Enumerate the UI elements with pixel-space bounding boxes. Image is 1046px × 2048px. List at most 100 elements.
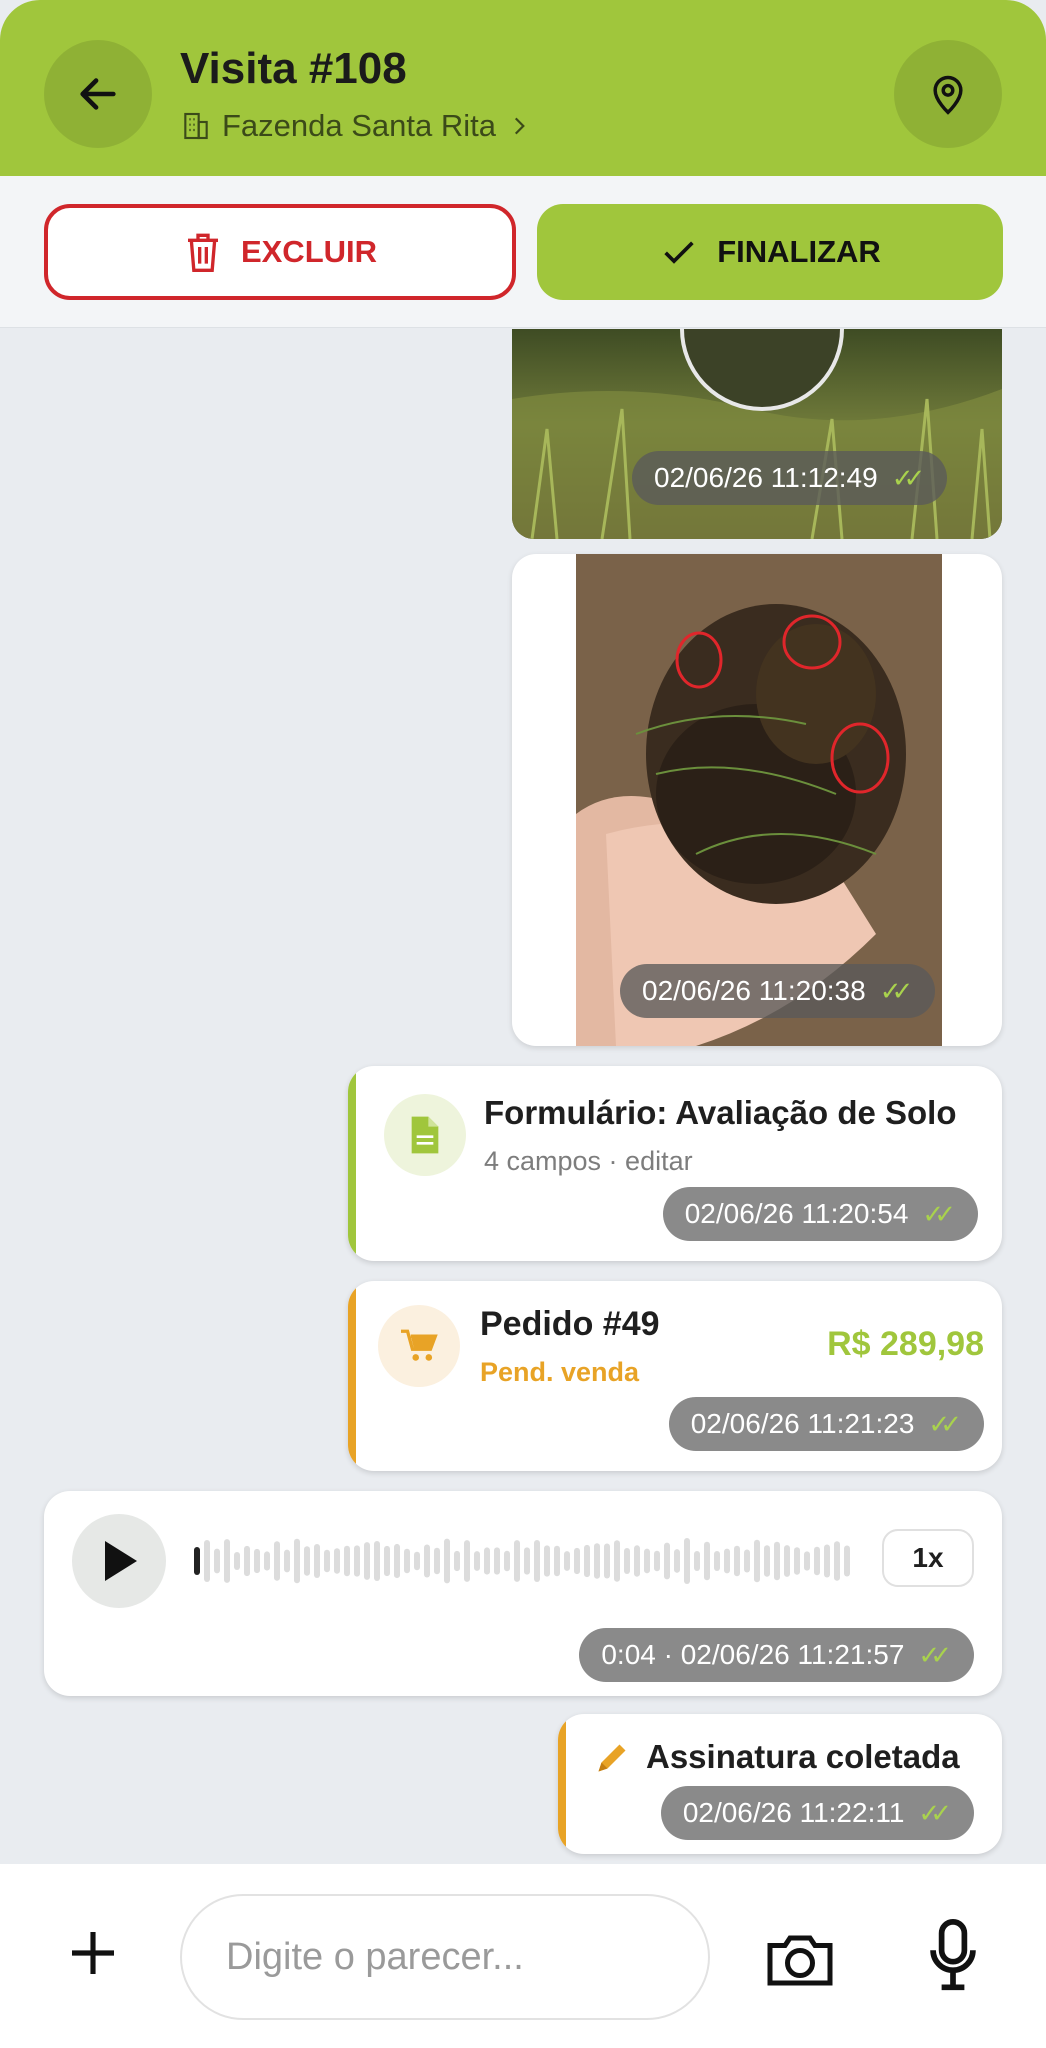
timestamp-text: 02/06/26 11:21:23 <box>690 1408 915 1439</box>
waveform-bar <box>714 1551 720 1571</box>
waveform-bar <box>804 1551 810 1571</box>
waveform-bar <box>344 1545 350 1577</box>
timestamp-badge: 02/06/26 11:22:11 ✓✓ <box>660 1786 974 1840</box>
waveform-bar <box>584 1544 590 1578</box>
microphone-button[interactable] <box>920 1914 986 1998</box>
order-message[interactable]: Pedido #49 Pend. venda R$ 289,98 02/06/2… <box>348 1281 1002 1471</box>
waveform-bar <box>444 1538 450 1584</box>
cart-icon-circle <box>378 1305 460 1387</box>
waveform-bar <box>474 1551 480 1571</box>
waveform-bar <box>234 1551 240 1571</box>
building-icon <box>184 112 208 140</box>
photo-message-2[interactable]: 02/06/26 11:20:38 ✓✓ <box>512 554 1002 1046</box>
waveform-bar <box>454 1550 460 1572</box>
audio-message: 1x 0:04 · 02/06/26 11:21:57 ✓✓ <box>44 1491 1002 1696</box>
double-check-icon: ✓✓ <box>879 975 913 1006</box>
audio-waveform[interactable] <box>194 1531 854 1591</box>
delete-label: EXCLUIR <box>240 234 378 269</box>
waveform-bar <box>284 1549 290 1573</box>
location-button[interactable] <box>894 40 1002 148</box>
order-title: Pedido #49 <box>480 1305 660 1343</box>
waveform-bar <box>194 1547 200 1575</box>
timestamp-badge: 0:04 · 02/06/26 11:21:57 ✓✓ <box>579 1628 974 1682</box>
waveform-bar <box>334 1548 340 1574</box>
waveform-bar <box>764 1545 770 1577</box>
timestamp-text: 02/06/26 11:20:38 <box>642 975 866 1006</box>
composer-bar <box>0 1864 1046 2048</box>
back-button[interactable] <box>44 40 152 148</box>
waveform-bar <box>394 1543 400 1579</box>
document-icon-circle <box>384 1094 466 1176</box>
waveform-bar <box>374 1541 380 1581</box>
accent-bar <box>558 1714 566 1854</box>
play-icon <box>105 1541 137 1581</box>
back-arrow-icon <box>80 78 116 110</box>
waveform-bar <box>554 1545 560 1577</box>
playback-speed-button[interactable]: 1x <box>882 1529 974 1587</box>
waveform-bar <box>574 1547 580 1575</box>
waveform-bar <box>274 1541 280 1581</box>
waveform-bar <box>204 1539 210 1583</box>
photo-message-1[interactable]: 02/06/26 11:12:49 ✓✓ <box>512 329 1002 539</box>
waveform-bar <box>314 1543 320 1579</box>
page-title: Visita #108 <box>180 44 407 93</box>
timestamp-badge: 02/06/26 11:20:54 ✓✓ <box>662 1187 978 1241</box>
waveform-bar <box>594 1543 600 1579</box>
waveform-bar <box>414 1551 420 1571</box>
timestamp-text: 02/06/26 11:12:49 <box>654 462 878 493</box>
camera-button[interactable] <box>762 1920 838 1996</box>
action-bar: EXCLUIR FINALIZAR <box>0 176 1046 328</box>
check-icon <box>664 241 694 264</box>
waveform-bar <box>504 1550 510 1572</box>
farm-name: Fazenda Santa Rita <box>222 108 497 143</box>
waveform-bar <box>734 1545 740 1577</box>
finish-button[interactable]: FINALIZAR <box>537 204 1003 300</box>
delete-button[interactable]: EXCLUIR <box>44 204 516 300</box>
field-photo <box>512 329 1002 539</box>
play-button[interactable] <box>72 1514 166 1608</box>
form-title: Formulário: Avaliação de Solo <box>484 1094 957 1131</box>
message-input[interactable] <box>180 1894 710 2020</box>
app-header: Visita #108 Fazenda Santa Rita <box>0 0 1046 176</box>
timestamp-badge: 02/06/26 11:20:38 ✓✓ <box>620 964 936 1018</box>
waveform-bar <box>634 1545 640 1577</box>
timestamp-text: 02/06/26 11:20:54 <box>684 1198 909 1229</box>
waveform-bar <box>674 1549 680 1573</box>
waveform-bar <box>654 1550 660 1572</box>
form-subtitle[interactable]: 4 campos · editar <box>484 1146 693 1177</box>
waveform-bar <box>824 1544 830 1578</box>
chevron-right-icon <box>514 117 525 135</box>
waveform-bar <box>434 1547 440 1575</box>
waveform-bar <box>424 1544 430 1578</box>
microphone-icon <box>930 1919 976 1991</box>
double-check-icon: ✓✓ <box>922 1198 955 1229</box>
waveform-bar <box>754 1539 760 1583</box>
waveform-bar <box>404 1548 410 1574</box>
double-check-icon: ✓✓ <box>928 1408 961 1439</box>
document-icon <box>411 1116 439 1154</box>
waveform-bar <box>794 1547 800 1575</box>
waveform-bar <box>484 1547 490 1575</box>
waveform-bar <box>614 1540 620 1582</box>
timestamp-badge: 02/06/26 11:21:23 ✓✓ <box>668 1397 984 1451</box>
signature-title: Assinatura coletada <box>646 1738 960 1775</box>
waveform-bar <box>544 1545 550 1577</box>
waveform-bar <box>294 1538 300 1584</box>
form-message[interactable]: Formulário: Avaliação de Solo 4 campos ·… <box>348 1066 1002 1261</box>
waveform-bar <box>684 1538 690 1584</box>
farm-link[interactable]: Fazenda Santa Rita <box>180 108 532 144</box>
double-check-icon: ✓✓ <box>891 462 925 493</box>
signature-message[interactable]: Assinatura coletada 02/06/26 11:22:11 ✓✓ <box>558 1714 1002 1854</box>
camera-icon <box>767 1935 833 1986</box>
waveform-bar <box>834 1541 840 1581</box>
waveform-bar <box>244 1545 250 1577</box>
plus-icon <box>72 1932 114 1974</box>
chat-thread[interactable]: 02/06/26 11:12:49 ✓✓ 02/06/26 11:20:38 ✓… <box>0 329 1046 1864</box>
waveform-bar <box>774 1541 780 1581</box>
waveform-bar <box>214 1548 220 1574</box>
waveform-bar <box>534 1540 540 1582</box>
audio-meta-text: 0:04 · 02/06/26 11:21:57 <box>601 1639 905 1670</box>
timestamp-text: 02/06/26 11:22:11 <box>682 1797 905 1828</box>
attach-button[interactable] <box>60 1920 126 1986</box>
waveform-bar <box>354 1545 360 1577</box>
